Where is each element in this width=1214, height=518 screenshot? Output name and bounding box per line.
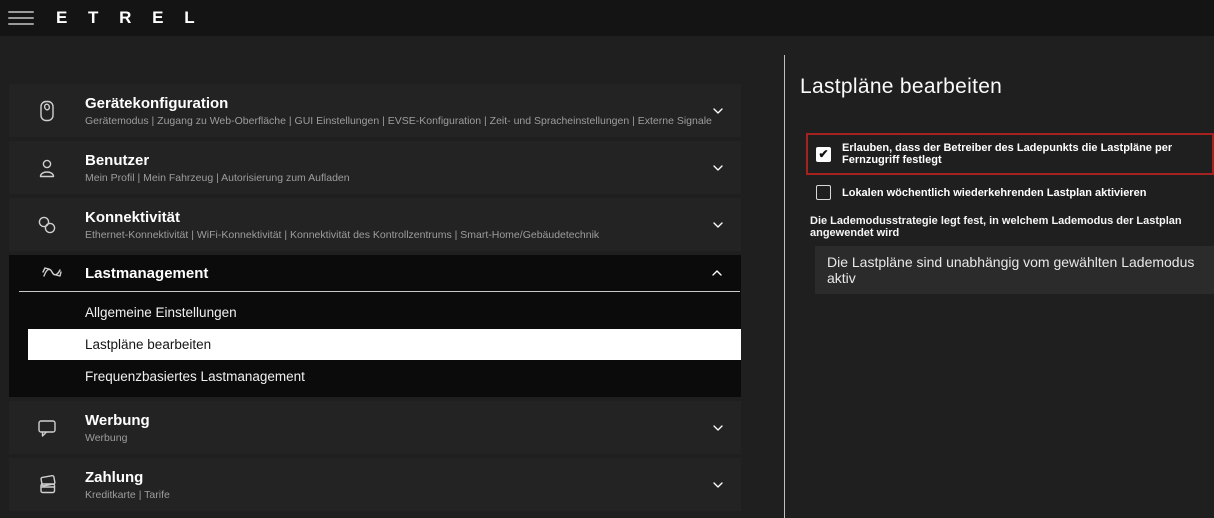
remote-load-plan-checkbox[interactable]: ✔ xyxy=(816,147,831,162)
charging-mode-strategy-select[interactable]: Die Lastpläne sind unabhängig vom gewähl… xyxy=(815,246,1214,294)
local-weekly-plan-checkbox[interactable] xyxy=(816,185,831,200)
charging-mode-strategy-label: Die Lademodusstrategie legt fest, in wel… xyxy=(810,215,1214,239)
chevron-down-icon[interactable] xyxy=(695,477,741,493)
hamburger-menu-icon[interactable] xyxy=(8,11,34,25)
subitem-frequenzbasiertes-lastmanagement[interactable]: Frequenzbasiertes Lastmanagement xyxy=(9,361,741,392)
subitem-allgemeine-einstellungen[interactable]: Allgemeine Einstellungen xyxy=(9,297,741,328)
lastplaene-panel: Lastpläne bearbeiten ✔ Erlauben, dass de… xyxy=(800,75,1214,294)
page-title: Lastpläne bearbeiten xyxy=(800,75,1214,99)
chevron-up-icon[interactable] xyxy=(694,265,740,281)
local-weekly-plan-label: Lokalen wöchentlich wiederkehrenden Last… xyxy=(842,187,1146,199)
section-title: Gerätekonfiguration xyxy=(85,95,695,112)
link-icon xyxy=(9,213,85,237)
remote-load-plan-option[interactable]: ✔ Erlauben, dass der Betreiber des Ladep… xyxy=(806,133,1214,175)
section-title: Benutzer xyxy=(85,152,695,169)
section-subtitle: Kreditkarte | Tarife xyxy=(85,489,695,501)
device-icon xyxy=(9,99,85,123)
section-subtitle: Gerätemodus | Zugang zu Web-Oberfläche |… xyxy=(85,115,695,127)
topbar: E T R E L xyxy=(0,0,1214,36)
section-lastmanagement-header[interactable]: Lastmanagement xyxy=(19,255,740,292)
section-title: Lastmanagement xyxy=(85,265,694,282)
section-geraetekonfiguration[interactable]: Gerätekonfiguration Gerätemodus | Zugang… xyxy=(9,84,741,137)
user-icon xyxy=(9,156,85,180)
chevron-down-icon[interactable] xyxy=(695,217,741,233)
etrel-logo: E T R E L xyxy=(56,8,203,28)
section-zahlung[interactable]: Zahlung Kreditkarte | Tarife xyxy=(9,458,741,511)
section-subtitle: Ethernet-Konnektivität | WiFi-Konnektivi… xyxy=(85,229,695,241)
section-konnektivitaet[interactable]: Konnektivität Ethernet-Konnektivität | W… xyxy=(9,198,741,251)
chevron-down-icon[interactable] xyxy=(695,420,741,436)
section-lastmanagement: Lastmanagement Allgemeine Einstellungen … xyxy=(9,255,741,397)
panel-divider xyxy=(784,55,785,518)
lastmanagement-subitems: Allgemeine Einstellungen Lastpläne bearb… xyxy=(9,292,741,397)
settings-accordion: Gerätekonfiguration Gerätemodus | Zugang… xyxy=(9,84,741,511)
chevron-down-icon[interactable] xyxy=(695,103,741,119)
subitem-lastplaene-bearbeiten[interactable]: Lastpläne bearbeiten xyxy=(28,329,741,360)
local-weekly-plan-option[interactable]: Lokalen wöchentlich wiederkehrenden Last… xyxy=(816,185,1214,200)
section-title: Werbung xyxy=(85,412,695,429)
section-werbung[interactable]: Werbung Werbung xyxy=(9,401,741,454)
section-title: Konnektivität xyxy=(85,209,695,226)
chat-bubble-icon xyxy=(9,416,85,440)
section-subtitle: Werbung xyxy=(85,432,695,444)
load-wave-icon xyxy=(19,261,85,285)
credit-cards-icon xyxy=(9,473,85,497)
section-title: Zahlung xyxy=(85,469,695,486)
section-subtitle: Mein Profil | Mein Fahrzeug | Autorisier… xyxy=(85,172,695,184)
remote-load-plan-label: Erlauben, dass der Betreiber des Ladepun… xyxy=(842,142,1201,166)
chevron-down-icon[interactable] xyxy=(695,160,741,176)
section-benutzer[interactable]: Benutzer Mein Profil | Mein Fahrzeug | A… xyxy=(9,141,741,194)
